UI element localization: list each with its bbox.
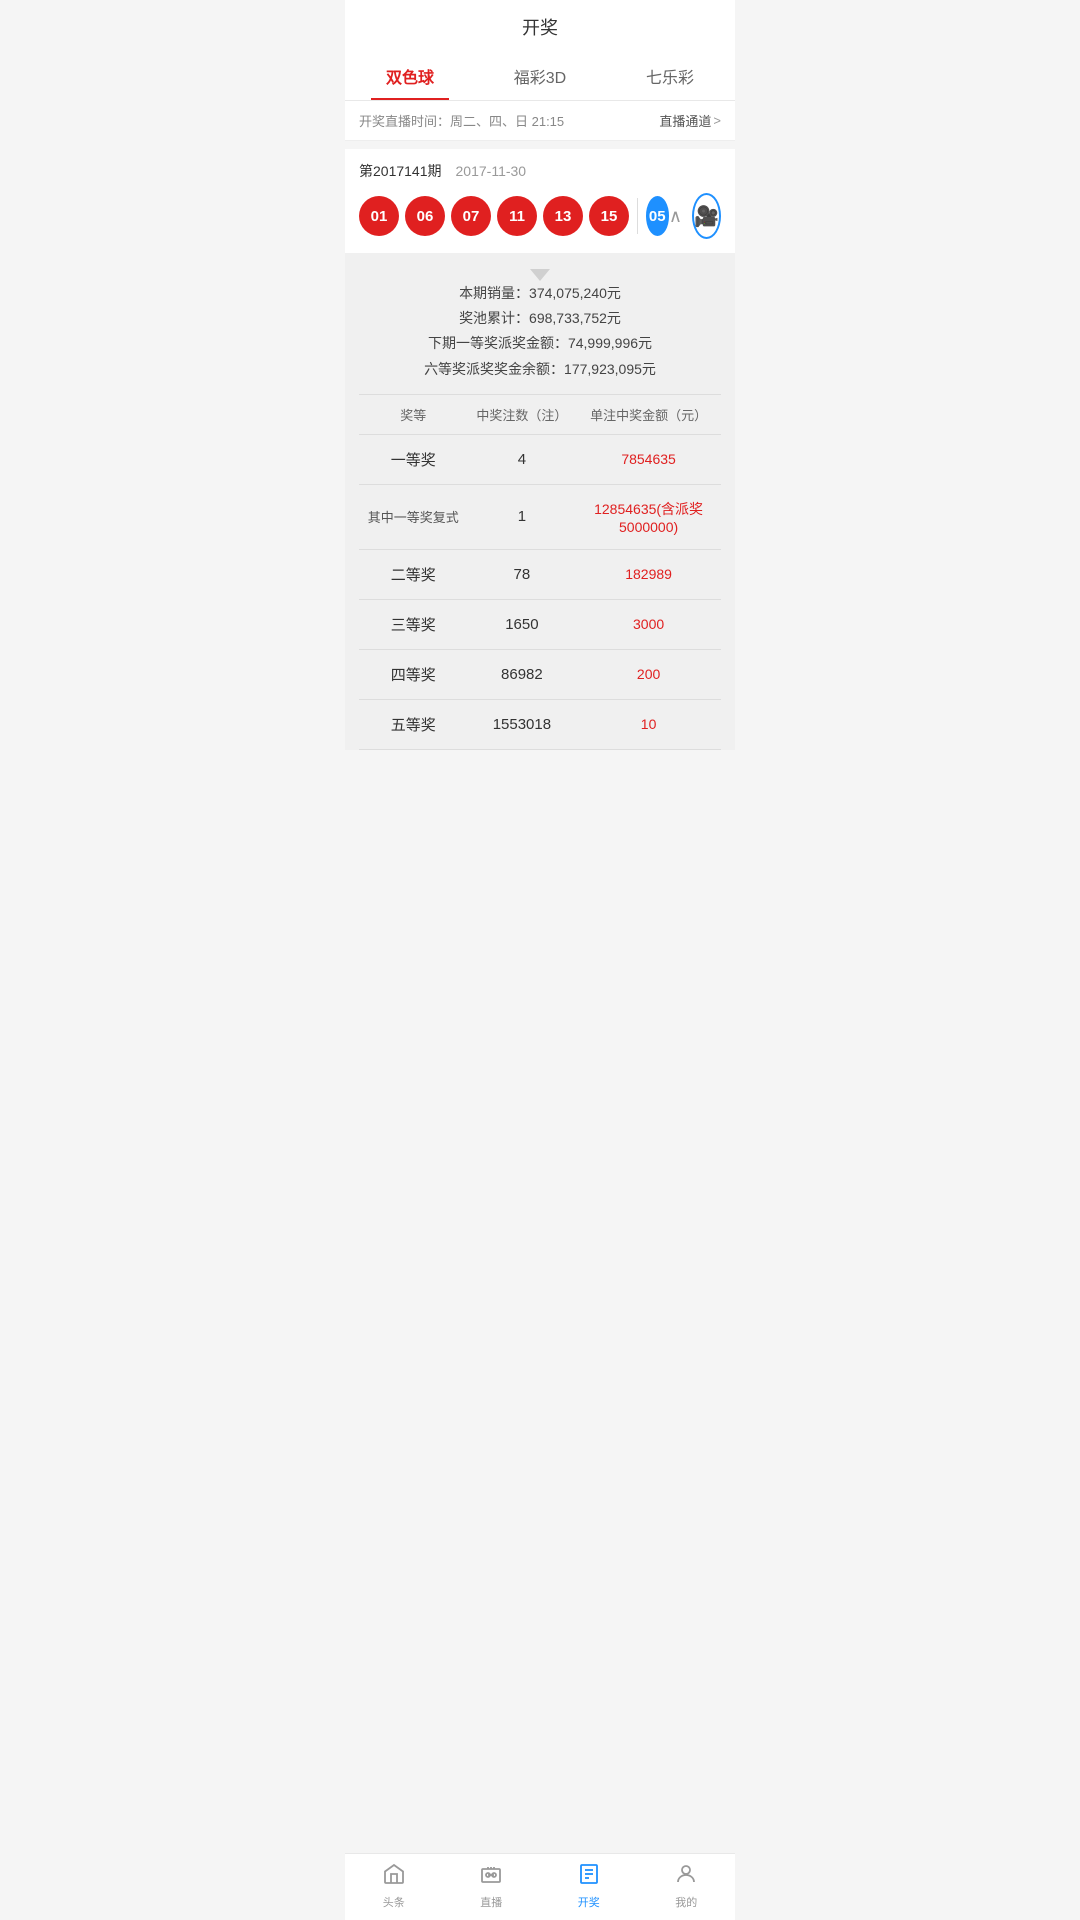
panel-triangle — [530, 269, 550, 281]
draw-header: 第2017141期 2017-11-30 — [359, 161, 721, 181]
draw-date: 2017-11-30 — [456, 163, 527, 179]
header-win-amount: 单注中奖金额（元） — [576, 405, 721, 424]
prize-amount-2: 182989 — [576, 566, 721, 582]
red-ball-5: 13 — [543, 196, 583, 236]
prize-amount-5: 10 — [576, 716, 721, 732]
stat-sales: 本期销量：374,075,240元 — [359, 281, 721, 306]
video-button[interactable]: 🎥 — [692, 193, 721, 239]
draw-period: 第2017141期 — [359, 161, 442, 181]
prize-count-4: 86982 — [468, 666, 577, 683]
nav-zhibo[interactable]: 直播 — [443, 1862, 541, 1910]
prize-name-5: 五等奖 — [359, 714, 468, 735]
prize-amount-sub: 12854635(含派奖5000000) — [576, 499, 721, 535]
prize-name-1: 一等奖 — [359, 449, 468, 470]
header-win-count: 中奖注数（注） — [468, 405, 577, 424]
prize-count-2: 78 — [468, 566, 577, 583]
prize-name-sub: 其中一等奖复式 — [359, 507, 468, 526]
red-balls-container: 01 06 07 11 13 15 — [359, 196, 629, 236]
prize-row-sub: 其中一等奖复式 1 12854635(含派奖5000000) — [359, 485, 721, 550]
broadcast-icon — [479, 1862, 503, 1890]
prize-row-4: 四等奖 86982 200 — [359, 650, 721, 700]
stat-next-prize: 下期一等奖派奖金额：74,999,996元 — [359, 331, 721, 356]
prize-count-5: 1553018 — [468, 716, 577, 733]
blue-ball: 05 — [646, 196, 669, 236]
lottery-icon — [577, 1862, 601, 1890]
prize-row-3: 三等奖 1650 3000 — [359, 600, 721, 650]
collapse-button[interactable]: ∧ — [669, 206, 682, 227]
prize-row-1: 一等奖 4 7854635 — [359, 435, 721, 485]
user-icon — [674, 1862, 698, 1890]
red-ball-3: 07 — [451, 196, 491, 236]
prize-row-5: 五等奖 1553018 10 — [359, 700, 721, 750]
page-title: 开奖 — [345, 0, 735, 52]
prize-name-2: 二等奖 — [359, 564, 468, 585]
nav-kaijang[interactable]: 开奖 — [540, 1862, 638, 1910]
nav-label-toutiao: 头条 — [383, 1894, 405, 1910]
prize-name-3: 三等奖 — [359, 614, 468, 635]
prize-amount-3: 3000 — [576, 616, 721, 632]
prize-amount-4: 200 — [576, 666, 721, 682]
draw-section: 第2017141期 2017-11-30 01 06 07 11 13 15 0… — [345, 149, 735, 253]
red-ball-4: 11 — [497, 196, 537, 236]
nav-wode[interactable]: 我的 — [638, 1862, 736, 1910]
detail-panel: 本期销量：374,075,240元 奖池累计：698,733,752元 下期一等… — [345, 253, 735, 750]
nav-label-zhibo: 直播 — [480, 1894, 502, 1910]
tab-shuangseqiu[interactable]: 双色球 — [345, 52, 475, 100]
red-ball-2: 06 — [405, 196, 445, 236]
detail-stats: 本期销量：374,075,240元 奖池累计：698,733,752元 下期一等… — [359, 281, 721, 382]
bottom-nav: 头条 直播 开奖 — [345, 1853, 735, 1920]
prize-table: 奖等 中奖注数（注） 单注中奖金额（元） 一等奖 4 7854635 其中一等奖… — [359, 394, 721, 750]
ball-separator — [637, 198, 638, 234]
prize-table-header: 奖等 中奖注数（注） 单注中奖金额（元） — [359, 394, 721, 435]
live-time: 开奖直播时间：周二、四、日 21:15 — [359, 111, 564, 130]
live-link[interactable]: 直播通道 > — [659, 111, 721, 130]
prize-amount-1: 7854635 — [576, 451, 721, 467]
prize-row-2: 二等奖 78 182989 — [359, 550, 721, 600]
stat-sixth-prize: 六等奖派奖奖金余额：177,923,095元 — [359, 357, 721, 382]
red-ball-6: 15 — [589, 196, 629, 236]
tabs-bar: 双色球 福彩3D 七乐彩 — [345, 52, 735, 101]
video-icon: 🎥 — [694, 204, 719, 229]
nav-label-wode: 我的 — [675, 1894, 697, 1910]
balls-row: 01 06 07 11 13 15 05 ∧ 🎥 — [359, 193, 721, 253]
prize-count-sub: 1 — [468, 508, 577, 525]
stat-pool: 奖池累计：698,733,752元 — [359, 306, 721, 331]
header-prize-level: 奖等 — [359, 405, 468, 424]
prize-count-3: 1650 — [468, 616, 577, 633]
live-bar: 开奖直播时间：周二、四、日 21:15 直播通道 > — [345, 101, 735, 141]
red-ball-1: 01 — [359, 196, 399, 236]
arrow-icon: > — [713, 113, 721, 128]
nav-toutiao[interactable]: 头条 — [345, 1862, 443, 1910]
nav-label-kaijang: 开奖 — [578, 1894, 600, 1910]
prize-name-4: 四等奖 — [359, 664, 468, 685]
tab-fucai3d[interactable]: 福彩3D — [475, 52, 605, 100]
tab-qilecai[interactable]: 七乐彩 — [605, 52, 735, 100]
home-icon — [382, 1862, 406, 1890]
prize-count-1: 4 — [468, 451, 577, 468]
